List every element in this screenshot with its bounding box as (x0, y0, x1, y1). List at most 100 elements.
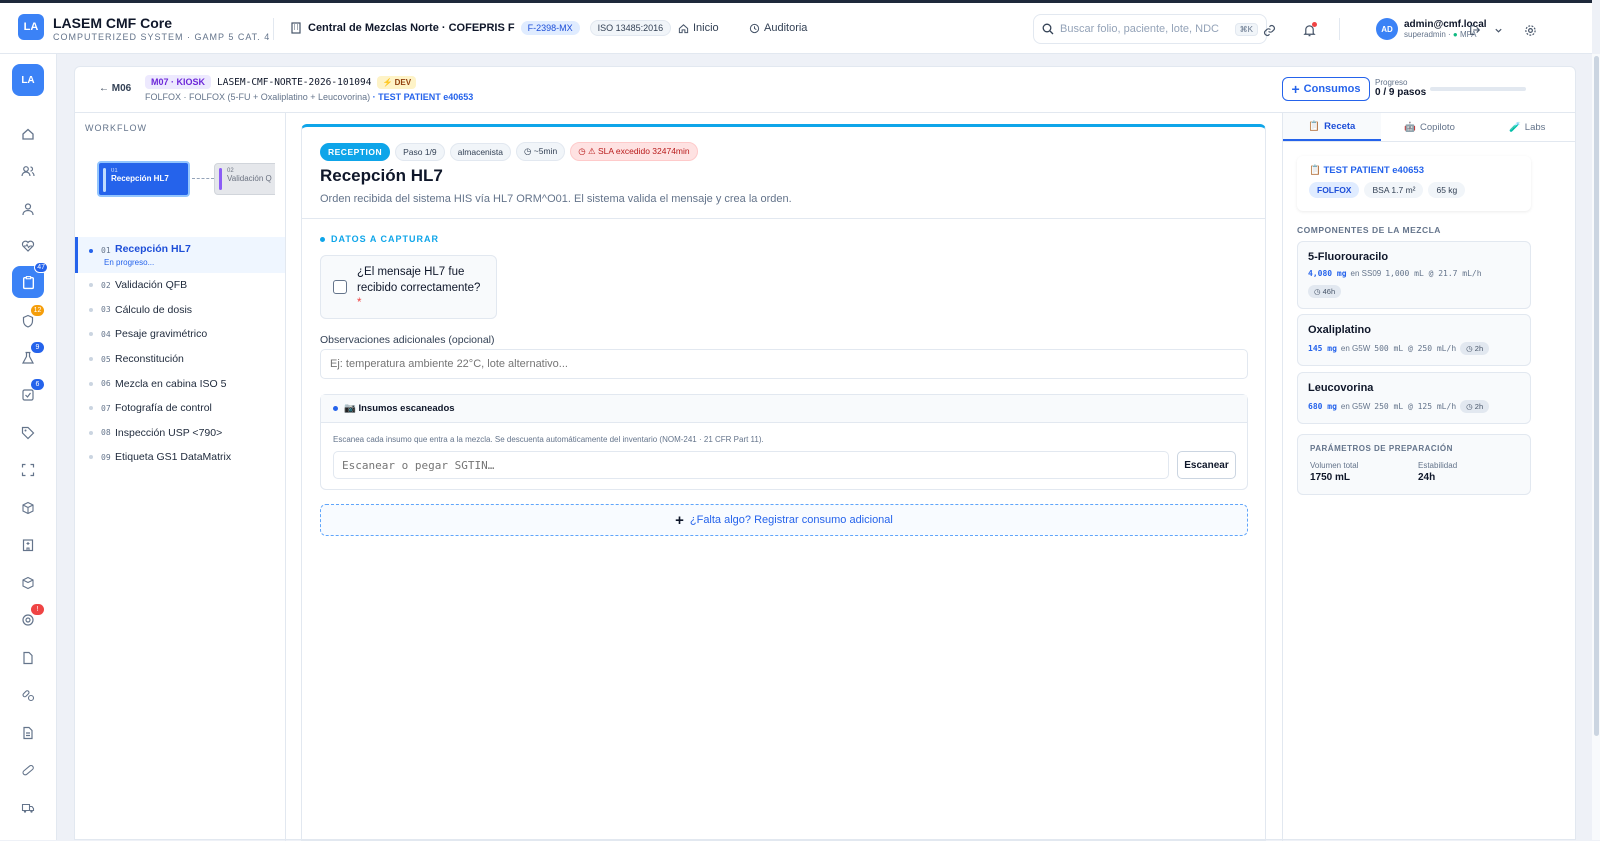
page-scrollbar[interactable] (1592, 54, 1600, 840)
env-badge: ⚡ DEV (377, 75, 417, 89)
step-item[interactable]: 09 Etiqueta GS1 DataMatrix (75, 445, 285, 470)
app-brand: LASEM CMF Core COMPUTERIZED SYSTEM · GAM… (53, 15, 270, 42)
component-volume: 1,000 mL @ 21.7 mL/h (1385, 269, 1482, 278)
step-bullet (89, 406, 93, 411)
bsa-chip: BSA 1.7 m² (1364, 182, 1424, 198)
workflow-node-active[interactable]: 01 Recepción HL7 (97, 161, 190, 197)
rail-logo[interactable]: LA (12, 64, 44, 96)
workflow-diagram[interactable]: 01 Recepción HL7 02 Validación Q (97, 161, 275, 201)
component-name: 5-Fluorouracilo (1308, 251, 1389, 263)
users-icon[interactable] (16, 159, 40, 183)
step-number: 07 (101, 403, 111, 413)
check-square-icon[interactable]: 6 (16, 379, 44, 407)
scan-button[interactable]: Escanear (1177, 451, 1236, 479)
step-bullet (89, 249, 93, 253)
param-key: Volumen total (1310, 461, 1359, 470)
sgtin-input[interactable] (333, 451, 1169, 479)
nav-audit[interactable]: Auditoria (749, 22, 807, 34)
flask-icon[interactable]: 9 (16, 342, 44, 370)
app-logo[interactable]: LA (18, 14, 44, 40)
tab-labs[interactable]: 🧪 Labs (1478, 113, 1576, 141)
tag-icon[interactable] (16, 421, 40, 445)
heart-pulse-icon[interactable] (16, 234, 40, 258)
recipe-panel: 📋 Receta 🤖 Copiloto 🧪 Labs 📋 TEST PATIENT e… (1282, 113, 1576, 841)
logout-icon[interactable] (1465, 20, 1485, 40)
shield-badge: 12 (31, 305, 44, 316)
search-input[interactable]: Buscar folio, paciente, lote, NDC (1060, 23, 1219, 35)
tab-receta[interactable]: 📋 Receta (1283, 113, 1381, 141)
search-icon (1042, 23, 1054, 35)
step-item[interactable]: 02 Validación QFB (75, 273, 285, 298)
box-icon[interactable] (16, 571, 40, 595)
consumos-button[interactable]: + Consumos (1282, 77, 1370, 101)
pills-icon[interactable] (16, 683, 40, 707)
global-search[interactable]: Buscar folio, paciente, lote, NDC ⌘K (1033, 14, 1267, 44)
orders-badge: 47 (34, 262, 48, 273)
workflow-node[interactable]: 02 Validación Q (214, 163, 275, 195)
step-item[interactable]: 04 Pesaje gravimétrico (75, 322, 285, 347)
step-item[interactable]: 07 Fotografía de control (75, 396, 285, 421)
iso-badge: ISO 13485:2016 (589, 20, 672, 36)
search-shortcut: ⌘K (1234, 22, 1258, 36)
gear-icon[interactable] (1520, 20, 1540, 40)
chevron-down-icon[interactable] (1488, 20, 1508, 40)
scrollbar-thumb[interactable] (1594, 56, 1599, 736)
components-title: COMPONENTES DE LA MEZCLA (1297, 225, 1441, 235)
step-number: 08 (101, 428, 111, 438)
site-selector[interactable]: Central de Mezclas Norte · COFEPRIS F F-… (290, 20, 672, 36)
shield-icon[interactable]: 12 (16, 305, 44, 333)
user-role-label: superadmin · (1404, 30, 1451, 39)
clipboard-icon: 📋 (1308, 120, 1321, 132)
truck-icon[interactable] (16, 796, 40, 820)
step-number: 04 (101, 329, 111, 339)
tab-copiloto[interactable]: 🤖 Copiloto (1381, 113, 1479, 141)
observations-input[interactable] (320, 349, 1248, 379)
step-label: Reconstitución (115, 353, 184, 366)
scan-icon[interactable] (16, 458, 40, 482)
step-bullet (89, 332, 93, 337)
back-button[interactable]: ← M06 (99, 83, 131, 94)
target-icon[interactable]: ! (16, 604, 44, 632)
divider (302, 218, 1265, 219)
home-icon[interactable] (16, 122, 40, 146)
avatar: AD (1376, 18, 1398, 40)
checkbox[interactable] (333, 280, 347, 294)
patient-card[interactable]: 📋 TEST PATIENT e40653 FOLFOX BSA 1.7 m² … (1297, 156, 1531, 211)
protocol-label: FOLFOX · FOLFOX (5-FU + Oxaliplatino + L… (145, 92, 371, 102)
step-item[interactable]: 08 Inspección USP <790> (75, 421, 285, 446)
consumos-label: Consumos (1303, 83, 1361, 95)
pill-icon[interactable] (16, 758, 40, 782)
step-type-badge: RECEPTION (320, 142, 391, 161)
file-icon[interactable] (16, 646, 40, 670)
step-item[interactable]: 01 Recepción HL7 En progreso... (75, 237, 285, 273)
package-icon[interactable] (16, 496, 40, 520)
step-label: Pesaje gravimétrico (115, 328, 208, 341)
component-dose: 680 mg (1308, 402, 1337, 411)
status-dot (333, 406, 338, 411)
progress-value: 0 / 9 pasos (1375, 87, 1427, 98)
tab-label: Receta (1324, 120, 1356, 132)
plus-icon: + (1291, 81, 1300, 97)
step-label: Cálculo de dosis (115, 303, 193, 316)
check-badge: 6 (31, 379, 44, 390)
step-item[interactable]: 06 Mezcla en cabina ISO 5 (75, 371, 285, 396)
patient-link[interactable]: · TEST PATIENT e40653 (373, 92, 474, 102)
step-item[interactable]: 05 Reconstitución (75, 347, 285, 372)
hospital-icon[interactable] (16, 533, 40, 557)
workflow-panel: WORKFLOW 01 Recepción HL7 02 Validación … (75, 113, 286, 841)
clipboard-icon: 📋 (1309, 165, 1321, 176)
user-icon[interactable] (16, 197, 40, 221)
hl7-received-checkbox[interactable]: ¿El mensaje HL7 fue recibido correctamen… (320, 255, 497, 319)
nav-home[interactable]: Inicio (678, 22, 719, 34)
step-counter: Paso 1/9 (395, 142, 445, 161)
link-icon[interactable] (1259, 20, 1279, 40)
progress-label: Progreso (1375, 78, 1408, 87)
app-subtitle: COMPUTERIZED SYSTEM · GAMP 5 CAT. 4 (53, 32, 271, 42)
clipboard-icon[interactable]: 47 (12, 262, 48, 298)
order-meta: M07 · KIOSK LASEM-CMF-NORTE-2026-101094 … (145, 75, 417, 89)
add-consumption-button[interactable]: + ¿Falta algo? Registrar consumo adicion… (320, 504, 1248, 536)
role-chip: almacenista (449, 142, 512, 161)
document-icon[interactable] (16, 721, 40, 745)
bell-icon[interactable] (1299, 20, 1319, 40)
step-item[interactable]: 03 Cálculo de dosis (75, 298, 285, 323)
